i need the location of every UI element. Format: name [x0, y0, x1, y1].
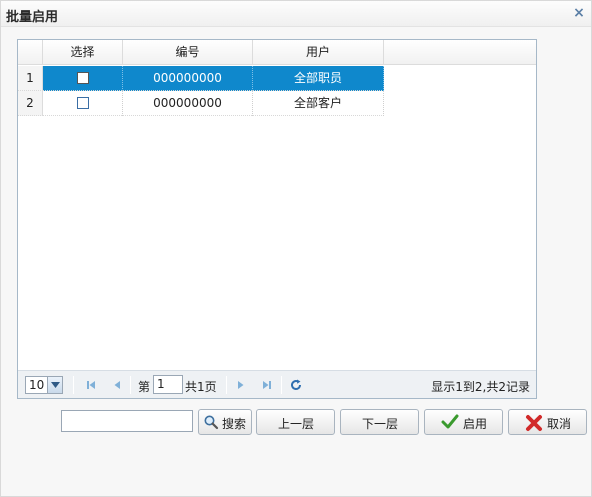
page-total-label: 共1页 — [185, 380, 217, 394]
pagination-bar: 10 第 1 共1页 显示1到2,共2记录 — [18, 370, 536, 398]
dialog-title: 批量启用 — [6, 10, 59, 25]
user-cell: 全部客户 — [253, 91, 384, 116]
user-grid: 选择 编号 用户 1 000000000 全部职员 2 000000000 全部… — [17, 39, 537, 399]
code-cell: 000000000 — [123, 91, 253, 116]
grid-header: 选择 编号 用户 — [18, 40, 536, 65]
pager-separator — [281, 376, 282, 394]
row-number: 2 — [18, 91, 43, 116]
cancel-button-label: 取消 — [547, 417, 572, 431]
header-rownum — [18, 40, 43, 65]
page-size-value: 10 — [29, 378, 45, 392]
search-input[interactable] — [61, 410, 193, 432]
row-checkbox[interactable] — [76, 96, 89, 109]
search-button-label: 搜索 — [222, 417, 247, 431]
pager-separator — [130, 376, 131, 394]
select-cell — [43, 66, 123, 91]
table-row[interactable]: 000000000 全部职员 — [43, 66, 384, 91]
enable-button[interactable]: 启用 — [424, 409, 503, 435]
search-icon — [203, 414, 219, 433]
last-page-icon[interactable] — [260, 378, 274, 392]
prev-page-icon[interactable] — [110, 378, 124, 392]
close-icon[interactable]: × — [572, 5, 586, 21]
row-checkbox[interactable] — [76, 71, 89, 84]
cancel-button[interactable]: 取消 — [508, 409, 587, 435]
batch-enable-dialog: 批量启用 × 选择 编号 用户 1 000000000 全部职员 2 00000… — [0, 0, 592, 497]
check-icon — [441, 414, 459, 433]
code-cell: 000000000 — [123, 66, 253, 91]
down-level-label: 下一层 — [362, 417, 399, 431]
page-number-input[interactable]: 1 — [153, 375, 183, 394]
down-level-button[interactable]: 下一层 — [340, 409, 419, 435]
user-cell: 全部职员 — [253, 66, 384, 91]
cancel-x-icon — [525, 414, 543, 435]
column-header-select[interactable]: 选择 — [43, 40, 123, 65]
select-cell — [43, 91, 123, 116]
pager-separator — [226, 376, 227, 394]
row-number: 1 — [18, 66, 43, 91]
column-header-code[interactable]: 编号 — [123, 40, 253, 65]
enable-button-label: 启用 — [463, 417, 488, 431]
column-header-user[interactable]: 用户 — [253, 40, 384, 65]
first-page-icon[interactable] — [84, 378, 98, 392]
search-button[interactable]: 搜索 — [198, 409, 252, 435]
page-size-select[interactable]: 10 — [25, 376, 63, 394]
dialog-titlebar: 批量启用 × — [1, 1, 591, 27]
up-level-label: 上一层 — [278, 417, 315, 431]
dropdown-arrow-icon[interactable] — [47, 377, 62, 393]
table-row[interactable]: 000000000 全部客户 — [43, 91, 384, 116]
up-level-button[interactable]: 上一层 — [256, 409, 335, 435]
record-count-info: 显示1到2,共2记录 — [431, 380, 530, 394]
page-prefix-label: 第 — [138, 380, 151, 394]
pager-separator — [73, 376, 74, 394]
refresh-icon[interactable] — [289, 378, 303, 392]
next-page-icon[interactable] — [234, 378, 248, 392]
